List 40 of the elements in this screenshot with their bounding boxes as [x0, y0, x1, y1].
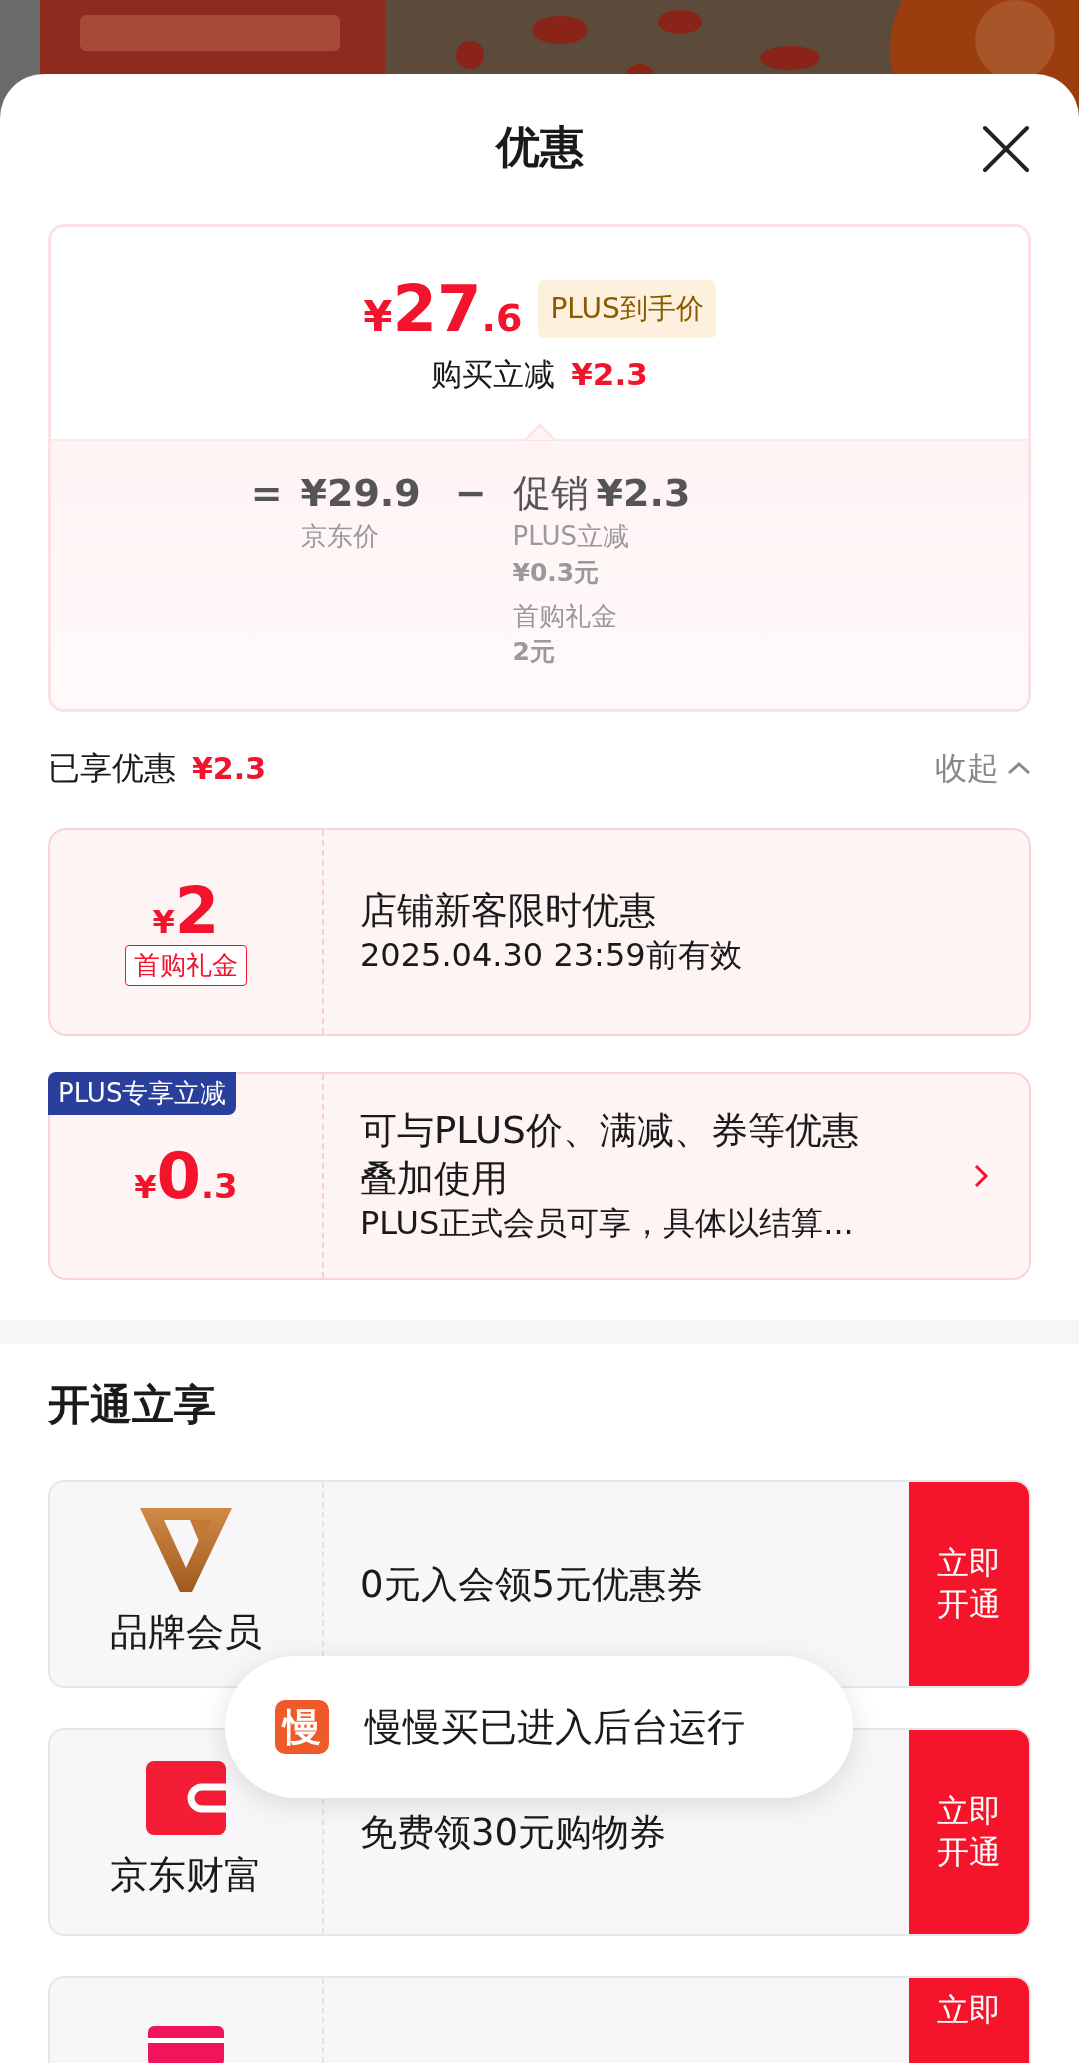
- membership-offer: 0元入会领5元优惠券: [360, 1561, 704, 1608]
- v-logo-icon: [140, 1507, 232, 1592]
- collapse-toggle[interactable]: 收起: [935, 744, 1031, 792]
- enjoyed-label: 已享优惠: [48, 748, 176, 789]
- minus-sign: −: [454, 470, 487, 517]
- coupon-amount: ¥2: [152, 878, 220, 943]
- coupon-subtitle: PLUS正式会员可享，具体以结算...: [360, 1203, 855, 1245]
- sheet-title: 优惠: [495, 120, 584, 174]
- app-icon: 慢: [275, 1700, 329, 1754]
- plus-badge: PLUS专享立减: [48, 1072, 237, 1115]
- enjoyed-amount: ¥2.3: [192, 749, 267, 788]
- membership-name: 品牌会员: [110, 1608, 262, 1656]
- promo-item-value: 2元: [512, 636, 556, 669]
- coupon-title: 可与PLUS价、满减、券等优惠叠加使用: [360, 1108, 860, 1203]
- toast-text: 慢慢买已进入后台运行: [365, 1703, 745, 1751]
- open-button[interactable]: 立即开通: [909, 1730, 1029, 1935]
- original-price: ¥29.9: [300, 470, 421, 517]
- coupon-amount: ¥0.3: [134, 1144, 238, 1208]
- close-button[interactable]: [981, 124, 1031, 174]
- promo-label: 促销: [512, 470, 589, 517]
- promo-item-label: PLUS立减: [512, 520, 630, 554]
- open-button[interactable]: 立即: [909, 1978, 1029, 2063]
- price-text: ¥27.6: [363, 277, 523, 341]
- promo-amount: ¥2.3: [596, 470, 691, 517]
- price-label: 京东价: [300, 520, 380, 554]
- membership-offer: 免费领30元购物券: [360, 1809, 667, 1856]
- discount-label: 购买立减: [431, 355, 556, 394]
- equals-sign: =: [250, 470, 283, 517]
- membership-name: 京东财富: [110, 1851, 262, 1899]
- coupon-subtitle: 2025.04.30 23:59前有效: [360, 935, 743, 977]
- promo-item-value: ¥0.3元: [512, 556, 601, 589]
- chevron-up-icon: [1007, 761, 1031, 775]
- wallet-icon: [146, 1760, 226, 1835]
- open-button[interactable]: 立即开通: [909, 1482, 1029, 1687]
- promo-item-label: 首购礼金: [512, 599, 618, 633]
- price-badge: PLUS到手价: [538, 280, 716, 338]
- section-title: 开通立享: [48, 1380, 217, 1431]
- discount-amount: ¥2.3: [571, 355, 648, 394]
- coupon-title: 店铺新客限时优惠: [360, 888, 657, 935]
- coupon-tag: 首购礼金: [125, 944, 247, 986]
